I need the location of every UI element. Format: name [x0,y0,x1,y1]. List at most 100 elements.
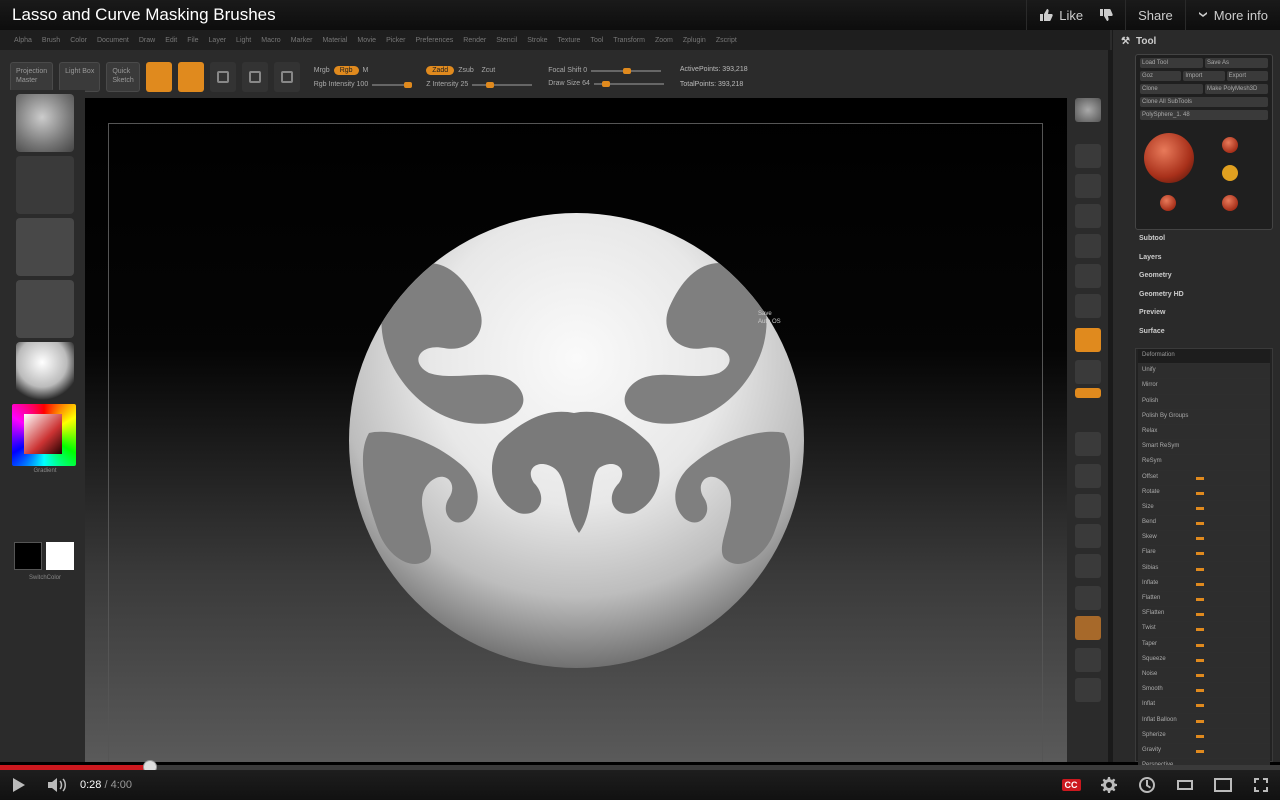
deformation-row[interactable]: Flare [1138,546,1270,562]
slider-handle[interactable] [1196,704,1204,708]
polyf-button[interactable] [1075,554,1101,578]
slider-handle[interactable] [1196,658,1204,662]
preview-section[interactable]: Preview [1139,309,1184,328]
slider-handle[interactable] [1196,491,1204,495]
geometry-hd-section[interactable]: Geometry HD [1139,291,1184,310]
slider-handle[interactable] [1196,749,1204,753]
edit-mode-button[interactable] [145,62,172,92]
deformation-row[interactable]: Noise [1138,667,1270,684]
zbrush-canvas[interactable]: Save Auth OS [85,98,1067,762]
actual-button[interactable] [1075,234,1101,258]
settings-button[interactable] [1090,770,1128,800]
deformation-row[interactable]: ReSym [1138,455,1270,471]
slider-handle[interactable] [1196,628,1204,632]
polysphere-thumb[interactable] [1160,195,1176,211]
deformation-row[interactable]: Smart ReSym [1138,440,1270,456]
frame-button[interactable] [1075,432,1101,456]
dynamic-button[interactable] [1075,616,1101,640]
simplebrush-thumb[interactable] [1222,165,1238,181]
small-player-button[interactable] [1166,770,1204,800]
deformation-row[interactable]: Rotate [1138,485,1270,501]
thumbs-down-icon[interactable] [1099,8,1113,22]
rotate-view-button[interactable] [1075,524,1101,548]
load-tool-button[interactable]: Load Tool [1140,58,1203,68]
deformation-row[interactable]: Inflate [1138,576,1270,592]
sphere3d-thumb[interactable] [1222,137,1238,153]
slider-handle[interactable] [1196,673,1204,677]
color-palette[interactable] [12,404,76,466]
geometry-section[interactable]: Geometry [1139,272,1184,291]
like-button[interactable]: Like [1026,0,1125,30]
save-as-button[interactable]: Save As [1205,58,1268,68]
slider-handle[interactable] [1196,719,1204,723]
slider-handle[interactable] [1196,643,1204,647]
deformation-row[interactable]: Offset [1138,470,1270,486]
secondary-color-swatch[interactable] [46,542,74,570]
texture-thumb[interactable] [16,280,74,338]
export-button[interactable]: Export [1226,71,1268,81]
slider-handle[interactable] [1196,613,1204,617]
deformation-row[interactable]: Relax [1138,424,1270,441]
deformation-row[interactable]: Sibias [1138,561,1270,577]
deformation-row[interactable]: Polish [1138,394,1270,410]
goz-button[interactable]: Goz [1140,71,1182,81]
slider-handle[interactable] [1196,506,1204,510]
persp-button[interactable] [1075,294,1101,318]
deformation-row[interactable]: Unify [1138,364,1270,380]
transp-button[interactable] [1075,586,1101,610]
scale-button[interactable] [241,62,268,92]
more-info-button[interactable]: More info [1184,0,1280,30]
floor-button[interactable] [1075,328,1101,352]
xpose-button[interactable] [1075,678,1101,702]
volume-button[interactable] [38,770,76,800]
deformation-header[interactable]: Deformation [1138,349,1270,365]
scale-view-button[interactable] [1075,494,1101,518]
deformation-row[interactable]: Twist [1138,622,1270,638]
deformation-row[interactable]: Spherize [1138,728,1270,744]
move-button[interactable] [209,62,236,92]
surface-section[interactable]: Surface [1139,328,1184,347]
brush-thumb[interactable] [16,94,74,152]
alpha-thumb[interactable] [16,218,74,276]
slider-handle[interactable] [1196,582,1204,586]
slider-handle[interactable] [1196,689,1204,693]
projection-master-button[interactable]: Projection Master [10,62,54,92]
deformation-row[interactable]: Polish By Groups [1138,409,1270,425]
rotate-button[interactable] [273,62,300,92]
slider-handle[interactable] [1196,734,1204,738]
local-button[interactable] [1075,360,1101,384]
large-player-button[interactable] [1204,770,1242,800]
deformation-row[interactable]: Gravity [1138,743,1270,760]
deformation-row[interactable]: SFlatten [1138,607,1270,623]
clone-all-subtools-button[interactable]: Clone All SubTools [1140,97,1268,107]
import-button[interactable]: Import [1183,71,1225,81]
current-tool-slider[interactable]: PolySphere_1. 48 [1140,110,1268,120]
deformation-row[interactable]: Mirror [1138,379,1270,395]
move-view-button[interactable] [1075,464,1101,488]
layers-section[interactable]: Layers [1139,254,1184,273]
draw-mode-button[interactable] [177,62,204,92]
slider-handle[interactable] [1196,598,1204,601]
current-tool-thumb[interactable] [1144,133,1194,183]
deformation-row[interactable]: Size [1138,500,1270,517]
subtool-section[interactable]: Subtool [1139,235,1184,254]
slider-handle[interactable] [1196,476,1204,480]
stroke-thumb[interactable] [16,156,74,214]
bpr-button[interactable] [1075,98,1101,122]
slider-handle[interactable] [1196,537,1204,541]
deformation-row[interactable]: Taper [1138,637,1270,653]
xyz-button[interactable] [1075,388,1101,398]
play-button[interactable] [0,770,38,800]
share-button[interactable]: Share [1125,0,1185,30]
deformation-row[interactable]: Skew [1138,531,1270,547]
material-thumb[interactable] [16,342,74,400]
aahalf-button[interactable] [1075,264,1101,288]
captions-button[interactable]: CC [1052,770,1090,800]
deformation-row[interactable]: Inflat [1138,698,1270,714]
slider-handle[interactable] [1196,522,1204,526]
spix-button[interactable] [1075,144,1101,168]
scroll-button[interactable] [1075,174,1101,198]
watch-later-button[interactable] [1128,770,1166,800]
deformation-row[interactable]: Smooth [1138,683,1270,699]
lightbox-button[interactable]: Light Box [59,62,101,92]
